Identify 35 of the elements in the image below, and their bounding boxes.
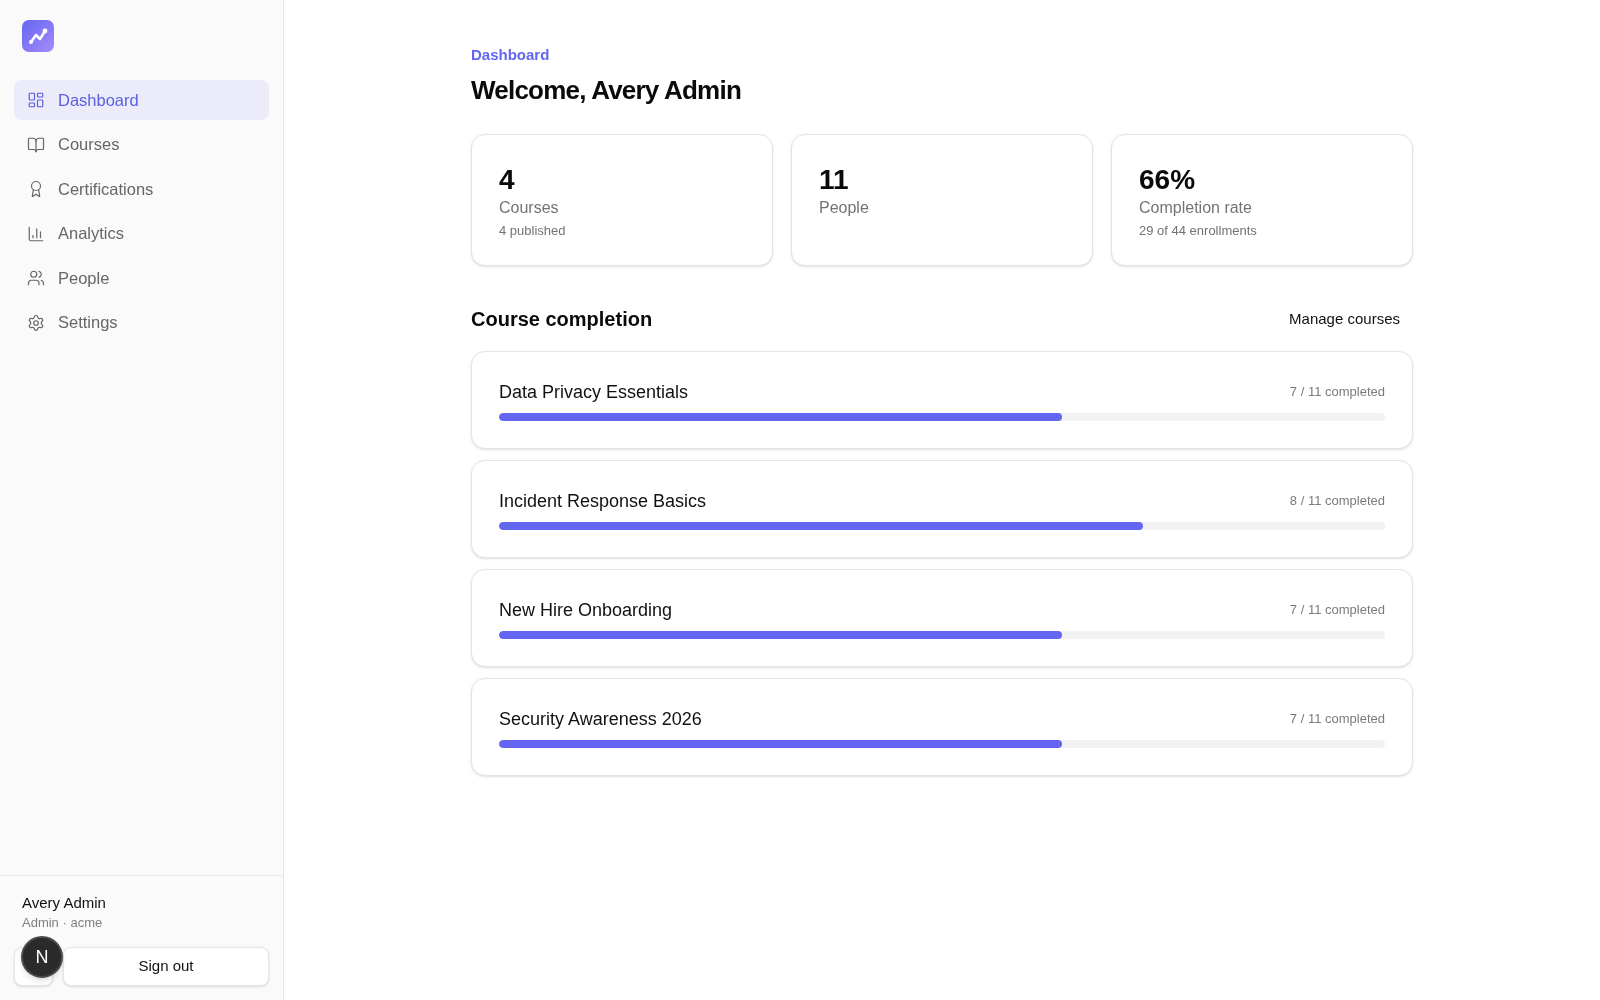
stat-label: Courses [499, 198, 560, 218]
nav-item[interactable]: Courses [14, 124, 269, 165]
sign-out-button[interactable]: Sign out [63, 947, 269, 986]
completion-count: 7 / 11 completed [1289, 383, 1385, 401]
nav-item[interactable]: Analytics [14, 213, 269, 254]
completion-count: 8 / 11 completed [1289, 492, 1385, 510]
completion-count: 7 / 11 completed [1289, 710, 1385, 728]
nav-item[interactable]: People [14, 258, 269, 298]
course-title: Data Privacy Essentials [499, 381, 689, 404]
stat-value: 11 [819, 163, 850, 197]
course-title: Incident Response Basics [499, 490, 707, 513]
section-heading: Course completion [471, 307, 653, 332]
people-icon [27, 269, 45, 287]
completion-count: 7 / 11 completed [1289, 601, 1385, 619]
stat-value: 66% [1139, 163, 1197, 197]
settings-icon [27, 313, 45, 332]
bar-chart-icon [27, 224, 45, 243]
manage-courses-button[interactable]: Manage courses [1276, 302, 1413, 336]
nav-item[interactable]: Dashboard [14, 80, 269, 120]
open-book-icon [27, 135, 45, 154]
course-title: New Hire Onboarding [499, 599, 673, 622]
stat-note: 4 published [499, 222, 567, 240]
user-name: Avery Admin [22, 893, 107, 913]
stat-label: Completion rate [1139, 198, 1253, 218]
course-title: Security Awareness 2026 [499, 708, 702, 731]
dashboard-grid-icon [27, 91, 45, 109]
page-heading: Welcome, Avery Admin [471, 74, 742, 107]
user-role: Admin · acme [22, 914, 104, 932]
nav-item[interactable]: Settings [14, 302, 269, 343]
logo-icon [22, 20, 54, 52]
breadcrumb: Dashboard [471, 45, 551, 65]
nav-item[interactable]: Certifications [14, 169, 269, 209]
stat-note: 29 of 44 enrollments [1139, 222, 1258, 240]
stat-label: People [819, 198, 870, 218]
stat-value: 4 [499, 163, 516, 197]
